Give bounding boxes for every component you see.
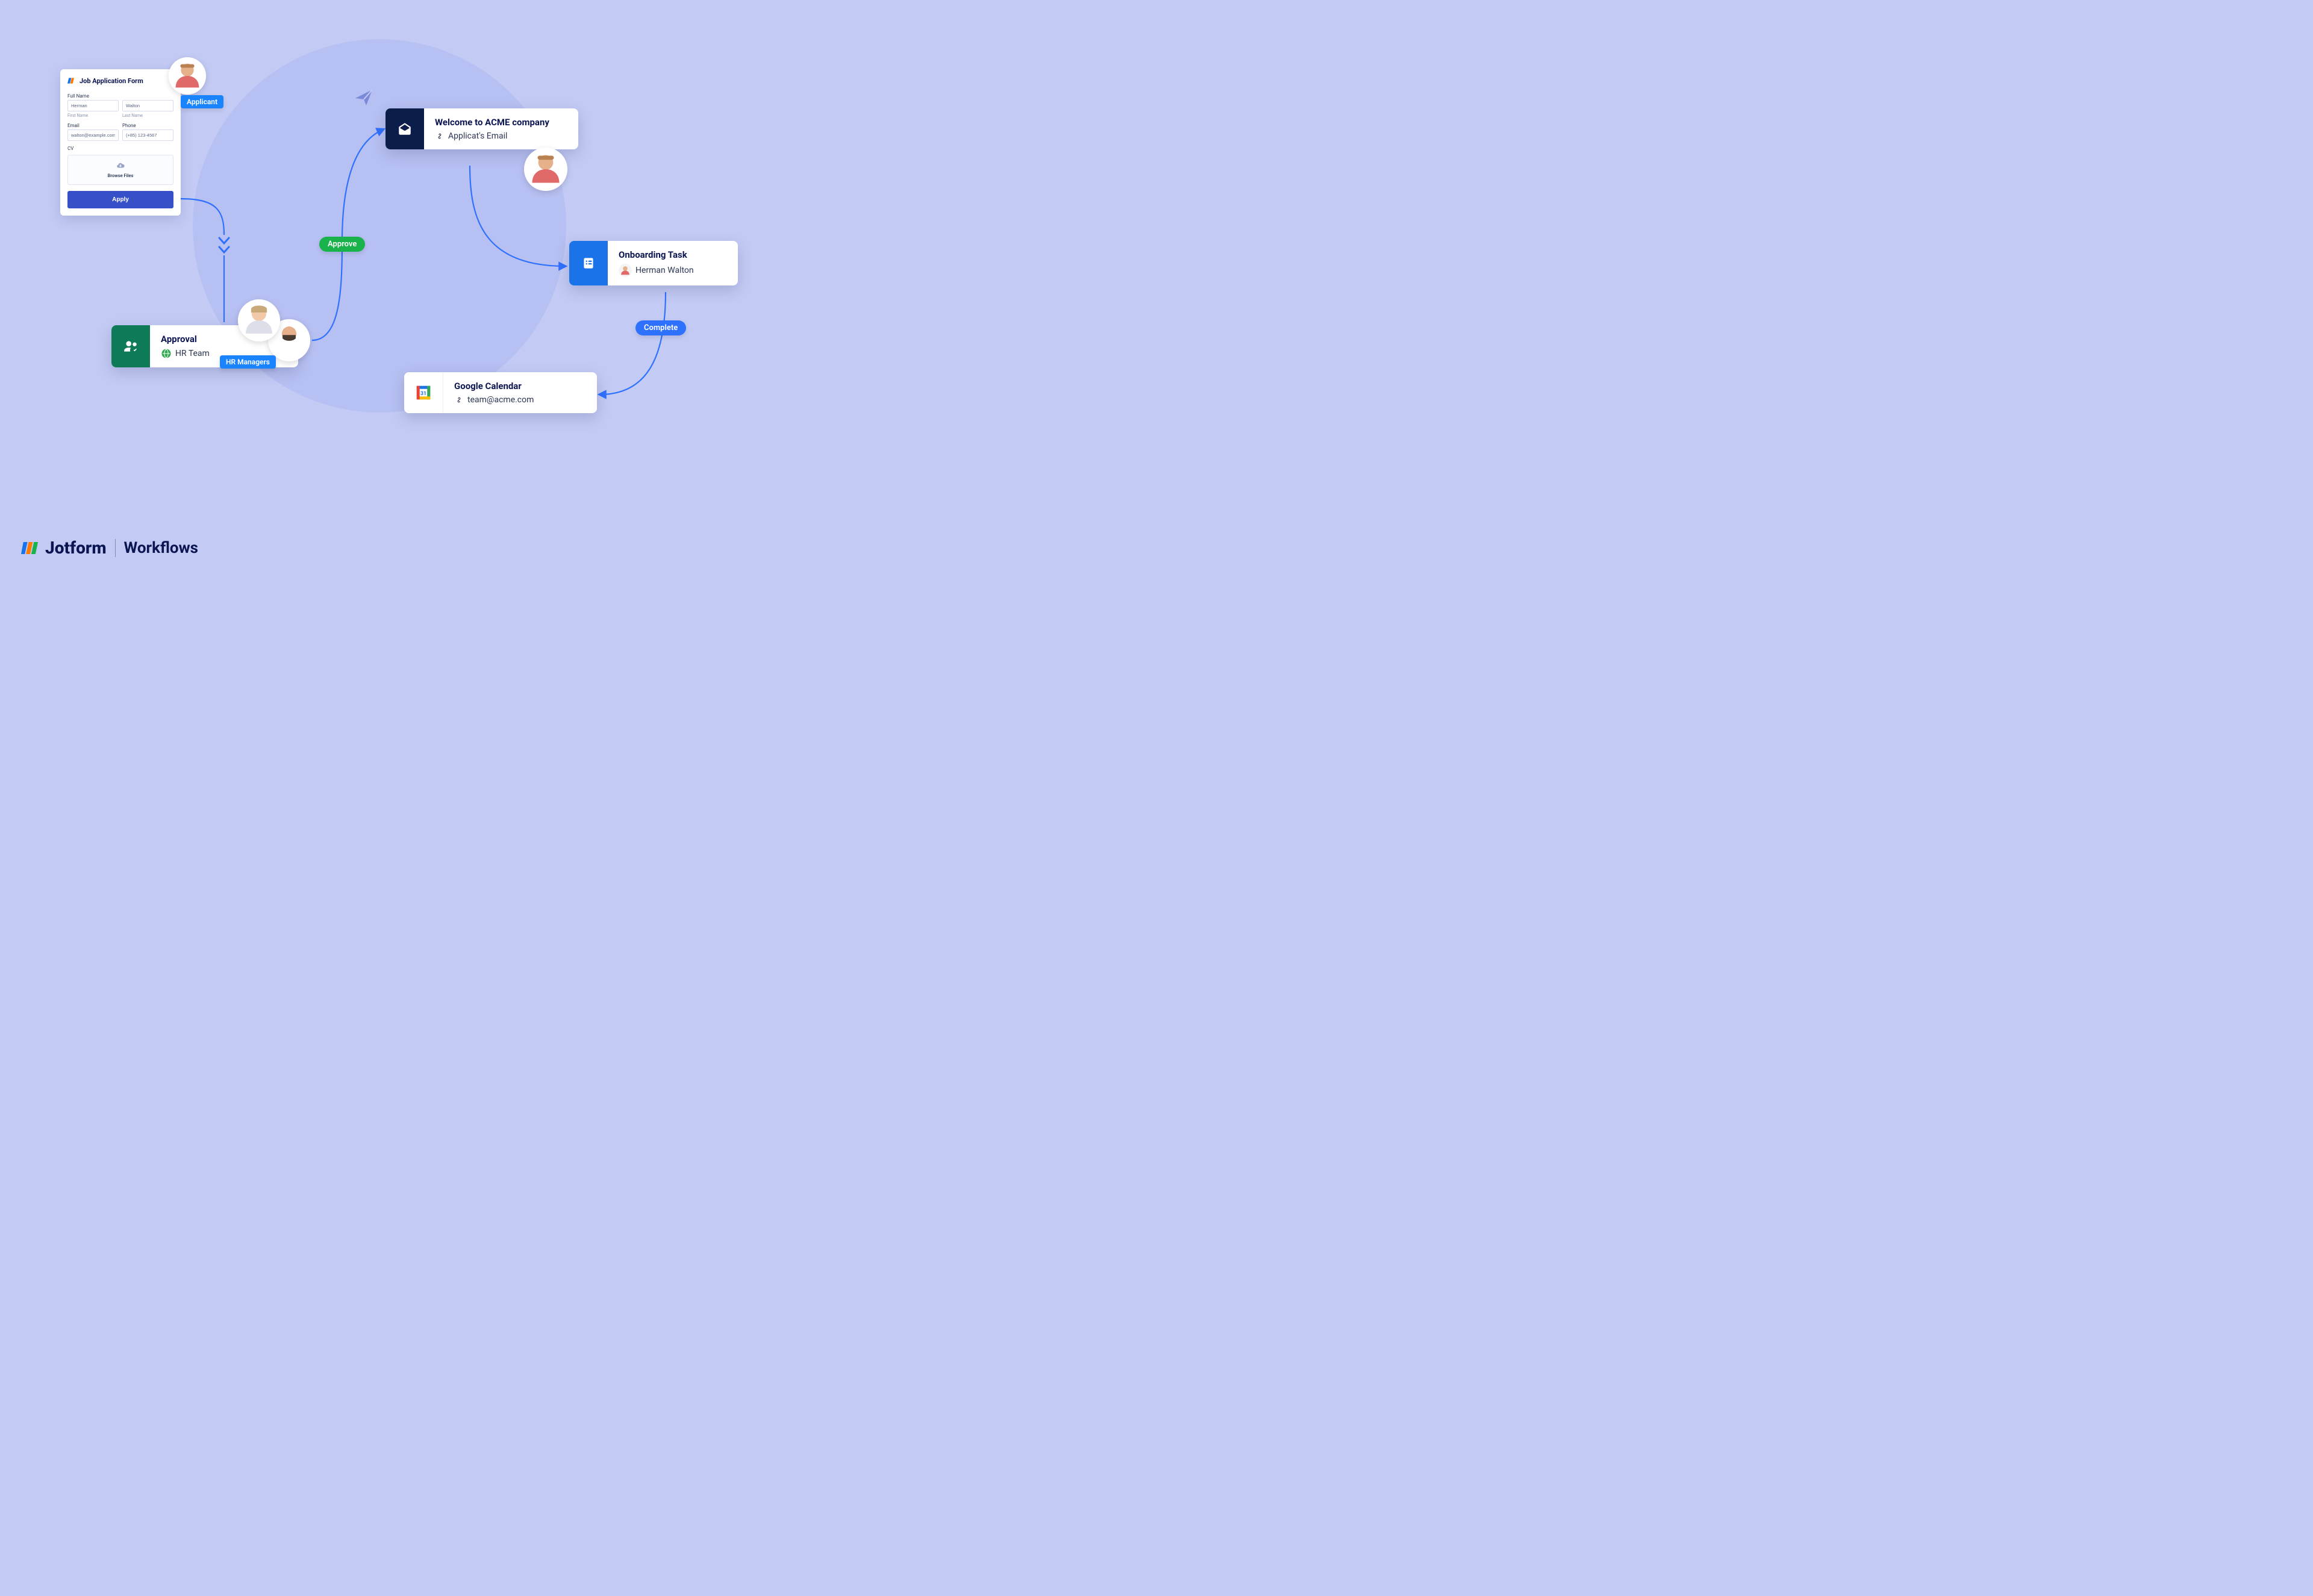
onboarding-person: Herman Walton [635,266,694,275]
onboarding-icon-box [569,241,608,285]
calendar-email: team@acme.com [467,395,534,405]
approve-pill: Approve [319,237,365,252]
browse-files-label: Browse Files [68,173,173,178]
assignee-avatar [619,264,632,277]
email-input[interactable] [67,129,119,141]
email-title: Welcome to ACME company [435,117,549,128]
email-label: Email [67,123,119,128]
hr-manager-avatar-1 [238,299,280,341]
hr-managers-label: HR Managers [220,355,276,369]
last-name-input[interactable] [122,100,173,111]
google-calendar-icon: 31 [414,384,432,402]
email-link-text: Applicat's Email [448,131,507,141]
calendar-card[interactable]: 31 Google Calendar team@acme.com [404,372,597,413]
calendar-email-row: team@acme.com [454,395,545,405]
full-name-label: Full Name [67,93,173,99]
approval-title: Approval [161,334,251,344]
jotform-glyph-icon [67,76,76,85]
phone-label: Phone [122,123,173,128]
form-title-row: Job Application Form [60,69,181,89]
upload-cloud-icon [116,161,125,170]
last-name-sublabel: Last Name [122,113,173,118]
job-application-form-card: Job Application Form Full Name First Nam… [60,69,181,216]
jotform-logo-icon [21,539,39,557]
team-globe-icon [161,348,172,359]
email-icon-box [386,108,424,149]
calendar-icon-box: 31 [404,372,443,413]
apply-button[interactable]: Apply [67,191,173,208]
brand-divider [115,539,116,557]
people-check-icon [123,338,139,354]
link-icon [435,131,445,141]
first-name-input[interactable] [67,100,119,111]
mail-open-icon [397,121,413,137]
cv-upload-box[interactable]: Browse Files [67,155,173,185]
email-link-row: Applicat's Email [435,131,549,141]
first-name-sublabel: First Name [67,113,119,118]
onboarding-title: Onboarding Task [619,249,709,260]
onboarding-person-row: Herman Walton [619,264,709,277]
phone-input[interactable] [122,129,173,141]
approval-team: HR Team [175,349,210,358]
svg-text:31: 31 [420,391,426,397]
brand-name: Jotform [45,538,107,558]
email-card[interactable]: Welcome to ACME company Applicat's Email [386,108,578,149]
link-icon [454,395,464,405]
footer: Jotform Workflows [21,538,198,558]
complete-pill: Complete [635,320,686,335]
cv-label: CV [67,146,173,151]
calendar-title: Google Calendar [454,381,545,391]
applicant-avatar [169,57,206,95]
form-title: Job Application Form [80,77,143,85]
product-name: Workflows [124,539,199,557]
diagram-stage: Job Application Form Full Name First Nam… [0,0,843,582]
approval-icon-box [111,325,150,367]
recipient-avatar [524,148,567,191]
applicant-label: Applicant [181,95,223,108]
checklist-icon [581,255,596,271]
brand-row: Jotform [21,538,107,558]
onboarding-card[interactable]: Onboarding Task Herman Walton [569,241,738,285]
